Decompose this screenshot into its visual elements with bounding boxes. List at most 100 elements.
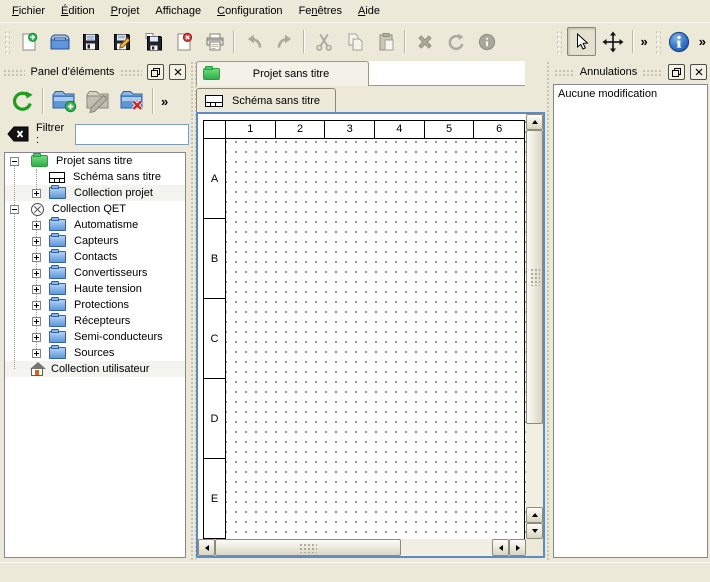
tree-expander-icon[interactable] (10, 205, 19, 214)
move-tool-button[interactable] (600, 28, 627, 55)
print-icon (204, 32, 226, 52)
tree-expander-icon[interactable] (32, 269, 41, 278)
undo-dock-titlebar[interactable]: Annulations (554, 62, 707, 82)
tree-expander-icon[interactable] (32, 333, 41, 342)
menu-item[interactable]: Fenêtres (291, 2, 350, 20)
dock-float-button[interactable] (147, 64, 164, 80)
toolbar-overflow-button[interactable]: » (637, 34, 652, 49)
tree-item[interactable]: Capteurs (5, 233, 185, 249)
undo-button[interactable] (240, 28, 267, 55)
toolbar-drag-handle[interactable] (556, 29, 562, 54)
print-button[interactable] (201, 28, 228, 55)
edit-category-button[interactable] (83, 85, 113, 117)
clear-filter-button[interactable] (7, 126, 29, 142)
select-tool-button[interactable] (567, 27, 596, 56)
new-document-button[interactable] (15, 28, 42, 55)
tree-item[interactable]: Automatisme (5, 217, 185, 233)
tree-expander-icon[interactable] (32, 237, 41, 246)
toolbar-drag-handle[interactable] (655, 29, 661, 54)
tree-expander-icon[interactable] (32, 253, 41, 262)
tree-item[interactable]: Collection QET (5, 201, 185, 217)
toolbar-drag-handle[interactable] (4, 29, 10, 54)
tree-item[interactable]: Semi-conducteurs (5, 329, 185, 345)
cut-icon (314, 32, 334, 52)
tree-item[interactable]: Haute tension (5, 281, 185, 297)
vertical-scrollbar[interactable] (526, 114, 543, 539)
delete-category-button[interactable] (117, 85, 147, 117)
rotate-icon (446, 32, 466, 52)
tree-item[interactable]: Convertisseurs (5, 265, 185, 281)
about-info-button[interactable] (666, 28, 693, 55)
tree-item[interactable]: Projet sans titre (5, 153, 185, 169)
menu-item[interactable]: Édition (53, 2, 103, 20)
paste-icon (376, 32, 396, 52)
menu-item[interactable]: Affichage (147, 2, 209, 20)
dock-float-button[interactable] (668, 64, 685, 80)
elements-tree[interactable]: Projet sans titre Schéma sans titre Coll… (4, 152, 186, 558)
dock-close-button[interactable] (169, 64, 186, 80)
scroll-right-button[interactable] (509, 539, 526, 556)
elements-panel-titlebar[interactable]: Panel d'éléments (3, 62, 186, 82)
tree-expander-icon[interactable] (10, 157, 19, 166)
menu-item[interactable]: Configuration (209, 2, 290, 20)
sheet-column-headers: 123456 (226, 121, 524, 139)
open-project-button[interactable] (46, 28, 73, 55)
tree-expander-icon[interactable] (32, 301, 41, 310)
scroll-left-button[interactable] (198, 539, 215, 556)
tree-expander-icon[interactable] (32, 189, 41, 198)
arrow-up-icon (532, 120, 538, 124)
tree-item[interactable]: Protections (5, 297, 185, 313)
menu-item[interactable]: Aide (350, 2, 388, 20)
save-as-button[interactable] (108, 28, 135, 55)
vertical-scrollbar-track[interactable] (526, 424, 543, 507)
tree-expander-icon[interactable] (32, 221, 41, 230)
cut-button[interactable] (310, 28, 337, 55)
save-button[interactable] (77, 28, 104, 55)
vertical-scrollbar-thumb[interactable] (526, 130, 543, 424)
redo-button[interactable] (271, 28, 298, 55)
tree-item[interactable]: Récepteurs (5, 313, 185, 329)
project-tab[interactable]: Projet sans titre (196, 61, 369, 86)
menu-item[interactable]: Fichier (4, 2, 53, 20)
horizontal-scrollbar-track[interactable] (401, 539, 492, 556)
tree-item[interactable]: Collection utilisateur (5, 361, 185, 377)
left-splitter-handle[interactable] (189, 60, 196, 562)
rotate-button[interactable] (442, 28, 469, 55)
diagram-canvas[interactable]: 123456 ABCDE (198, 114, 526, 539)
save-as-icon (112, 32, 132, 52)
save-all-button[interactable] (139, 28, 166, 55)
tree-item[interactable]: Sources (5, 345, 185, 361)
horizontal-scrollbar-thumb[interactable] (215, 539, 401, 556)
main-toolbar: » » (0, 23, 710, 60)
undo-history-list[interactable]: Aucune modification (553, 84, 708, 558)
scroll-left-button[interactable] (492, 539, 509, 556)
reload-collections-button[interactable] (7, 85, 37, 117)
tree-item-label: Collection utilisateur (51, 363, 149, 375)
schema-tab[interactable]: Schéma sans titre (196, 88, 336, 112)
filter-input[interactable] (75, 124, 189, 145)
copy-button[interactable] (341, 28, 368, 55)
tree-item[interactable]: Collection projet (5, 185, 185, 201)
tree-item-icon (49, 315, 66, 327)
tree-item[interactable]: Schéma sans titre (5, 169, 185, 185)
panel-overflow-button[interactable]: » (157, 94, 172, 109)
tree-expander-icon[interactable] (10, 365, 19, 374)
element-info-button[interactable] (473, 28, 500, 55)
delete-button[interactable] (411, 28, 438, 55)
status-bar (0, 562, 710, 582)
tree-expander-icon[interactable] (32, 285, 41, 294)
tree-item[interactable]: Contacts (5, 249, 185, 265)
close-document-button[interactable] (170, 28, 197, 55)
scroll-up-button[interactable] (526, 114, 543, 130)
paste-button[interactable] (372, 28, 399, 55)
toolbar-overflow-button[interactable]: » (695, 34, 710, 49)
tree-expander-icon[interactable] (32, 317, 41, 326)
menu-item[interactable]: Projet (103, 2, 148, 20)
dock-close-button[interactable] (690, 64, 707, 80)
scroll-down-button[interactable] (526, 523, 543, 539)
scroll-up-button[interactable] (526, 507, 543, 523)
tree-expander-icon[interactable] (32, 173, 41, 182)
new-category-button[interactable] (49, 85, 79, 117)
tree-expander-icon[interactable] (32, 349, 41, 358)
horizontal-scrollbar[interactable] (198, 539, 526, 556)
